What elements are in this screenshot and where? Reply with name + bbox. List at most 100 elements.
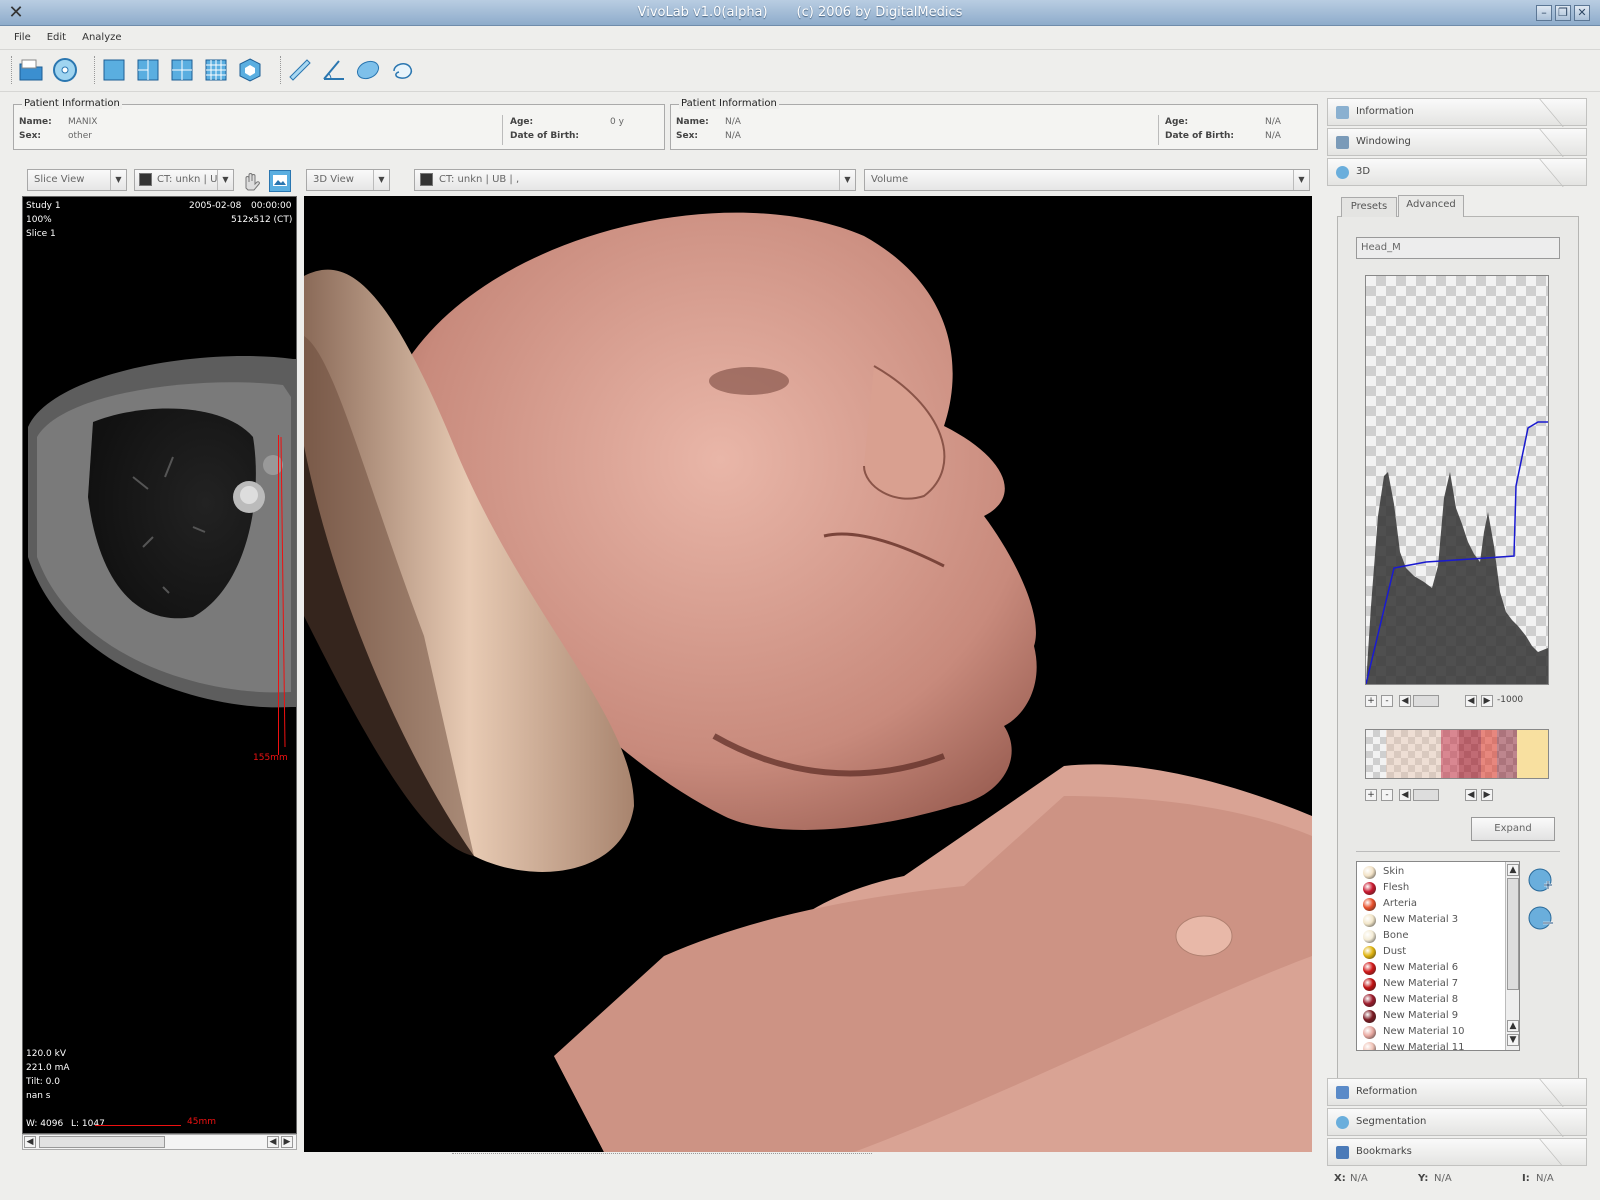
scroll-up-button[interactable]: ▲ [1507,864,1519,876]
scroll-up-button[interactable]: ▲ [1507,1020,1519,1032]
slice-view-pane[interactable]: Study 1 100% Slice 1 2005-02-08 00:00:00… [22,196,297,1134]
scroll-left-button[interactable]: ◀ [1399,789,1411,801]
color-transfer-bar[interactable] [1365,729,1549,779]
zoom-out-button[interactable]: - [1381,789,1393,801]
sphere-icon [1336,166,1349,179]
kv-label: 120.0 kV [26,1049,66,1059]
add-material-button[interactable] [1527,867,1555,895]
ruler-icon[interactable] [285,55,315,85]
x-coord-label: X: [1334,1173,1346,1184]
window-title-bar[interactable]: ✕ VivoLab v1.0(alpha) (c) 2006 by Digita… [0,0,1600,26]
menu-bar: File Edit Analyze [0,26,1600,50]
age-label: Age: [510,117,534,127]
scroll-left-button[interactable]: ◀ [1399,695,1411,707]
toolbar-separator [11,56,13,84]
slice-view-mode-select[interactable]: Slice View ▼ [27,169,127,191]
hand-pan-icon[interactable] [240,170,262,192]
freehand-icon[interactable] [387,55,417,85]
divider [1356,851,1560,852]
histogram-scroll-thumb[interactable] [1413,695,1439,707]
vertical-scale-bar [275,435,279,755]
series-thumbnail-icon [139,173,152,186]
scroll-left-button[interactable]: ◀ [267,1136,279,1148]
accordion-information[interactable]: Information [1327,98,1587,126]
volume-render-pane[interactable] [304,196,1312,1152]
scroll-thumb[interactable] [39,1136,165,1148]
study-date: 2005-02-08 [189,201,242,211]
patient-dob: N/A [1265,131,1281,141]
material-item[interactable]: Arteria [1363,896,1417,912]
tab-advanced[interactable]: Advanced [1398,195,1464,217]
scroll-right-button[interactable]: ▶ [281,1136,293,1148]
splitter-handle[interactable] [452,1153,872,1157]
volume-view-mode-select[interactable]: 3D View ▼ [306,169,390,191]
window-title: VivoLab v1.0(alpha) (c) 2006 by DigitalM… [637,5,963,20]
angle-icon[interactable] [319,55,349,85]
grid-layout-icon[interactable] [201,55,231,85]
accordion-3d[interactable]: 3D [1327,158,1587,186]
material-scroll-thumb[interactable] [1507,878,1519,990]
scroll-left-button[interactable]: ◀ [1465,789,1477,801]
right-control-panel: Information Windowing 3D Presets Advance… [1327,98,1587,1166]
volume-series-select[interactable]: CT: unkn | UB | , ▼ [414,169,856,191]
accordion-bookmarks[interactable]: Bookmarks [1327,1138,1587,1166]
zoom-out-button[interactable]: - [1381,695,1393,707]
tab-presets[interactable]: Presets [1341,197,1397,217]
material-item[interactable]: New Material 8 [1363,992,1458,1008]
material-item[interactable]: Bone [1363,928,1408,944]
render-mode-select[interactable]: Volume ▼ [864,169,1310,191]
zoom-in-button[interactable]: + [1365,695,1377,707]
scroll-down-button[interactable]: ▼ [1507,1034,1519,1046]
toolbar-separator [94,56,96,84]
patient-info-left: Patient Information Name: MANIX Sex: oth… [13,98,665,150]
quad-layout-icon[interactable] [167,55,197,85]
material-name: New Material 9 [1383,1010,1459,1021]
menu-edit[interactable]: Edit [39,26,74,50]
open-folder-icon[interactable] [16,55,46,85]
histogram-min-value: -1000 [1497,695,1524,705]
material-item[interactable]: Skin [1363,864,1404,880]
zoom-in-button[interactable]: + [1365,789,1377,801]
material-item[interactable]: New Material 11 [1363,1040,1465,1050]
lasso-icon[interactable] [353,55,383,85]
dob-label: Date of Birth: [510,131,580,141]
maximize-button[interactable]: ❐ [1555,5,1571,21]
cd-disc-icon[interactable] [50,55,80,85]
minimize-button[interactable]: – [1536,5,1552,21]
material-item[interactable]: New Material 6 [1363,960,1458,976]
3d-cube-icon[interactable] [235,55,265,85]
material-item[interactable]: New Material 10 [1363,1024,1465,1040]
slice-series-select[interactable]: CT: unkn | U ▼ [134,169,234,191]
single-view-icon[interactable] [99,55,129,85]
tilt-label: Tilt: 0.0 [26,1077,60,1087]
material-item[interactable]: New Material 7 [1363,976,1458,992]
age-label: Age: [1165,117,1189,127]
histogram-transfer-editor[interactable] [1365,275,1549,685]
material-item[interactable]: Flesh [1363,880,1409,896]
material-list-scrollbar[interactable]: ▲ ▲ ▼ [1505,862,1519,1050]
material-item[interactable]: New Material 9 [1363,1008,1458,1024]
accordion-reformation[interactable]: Reformation [1327,1078,1587,1106]
accordion-segmentation[interactable]: Segmentation [1327,1108,1587,1136]
menu-analyze[interactable]: Analyze [74,26,129,50]
material-name: New Material 3 [1383,914,1459,925]
menu-file[interactable]: File [6,26,39,50]
expand-button[interactable]: Expand [1471,817,1555,841]
scroll-right-button[interactable]: ▶ [1481,695,1493,707]
close-button[interactable]: ✕ [1574,5,1590,21]
toolbar-separator [280,56,282,84]
material-item[interactable]: New Material 3 [1363,912,1458,928]
preset-name-field[interactable]: Head_M [1356,237,1560,259]
two-by-two-layout-icon[interactable] [133,55,163,85]
scroll-left-button[interactable]: ◀ [1465,695,1477,707]
scroll-right-button[interactable]: ▶ [1481,789,1493,801]
slice-scrollbar[interactable]: ◀ ◀ ▶ [22,1134,297,1150]
accordion-windowing[interactable]: Windowing [1327,128,1587,156]
material-item[interactable]: Dust [1363,944,1406,960]
scroll-left-button[interactable]: ◀ [24,1136,36,1148]
material-list[interactable]: Skin Flesh Arteria New Material 3 Bone Dust Ne… [1356,861,1520,1051]
screenshot-icon[interactable] [269,170,291,192]
color-scroll-thumb[interactable] [1413,789,1439,801]
remove-material-button[interactable] [1527,905,1555,933]
segmentation-icon [1336,1116,1349,1129]
